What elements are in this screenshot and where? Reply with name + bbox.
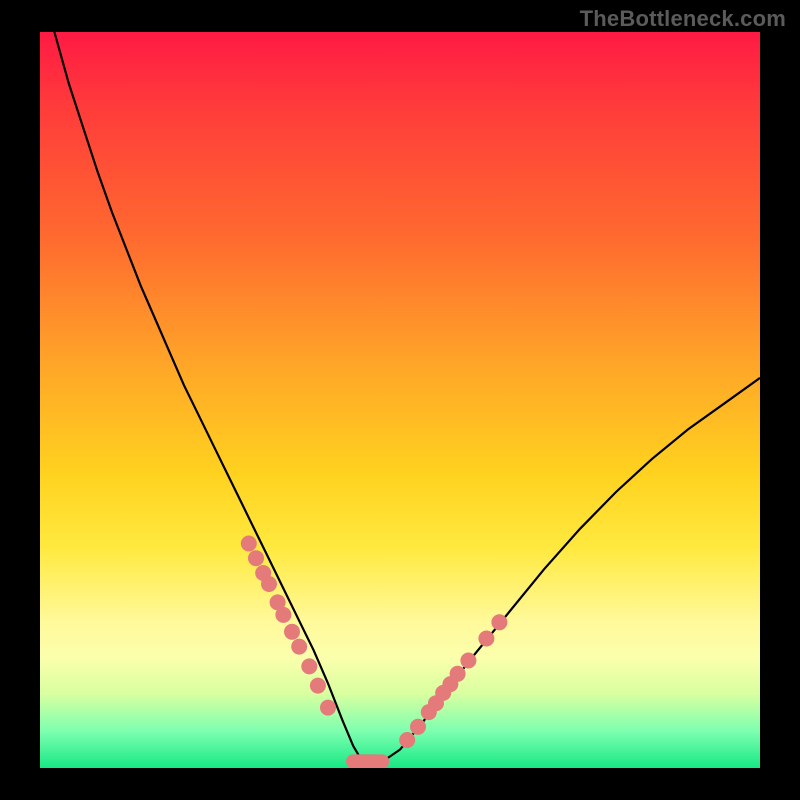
bottleneck-curve	[54, 32, 760, 764]
scatter-dot	[320, 700, 336, 716]
plot-area	[40, 32, 760, 768]
scatter-dot	[410, 719, 426, 735]
chart-svg	[40, 32, 760, 768]
scatter-dot	[275, 607, 291, 623]
scatter-dot	[450, 666, 466, 682]
scatter-dot	[460, 653, 476, 669]
scatter-points	[241, 536, 508, 749]
scatter-dot	[261, 576, 277, 592]
scatter-dot	[491, 614, 507, 630]
scatter-dot	[248, 550, 264, 566]
scatter-dot	[399, 732, 415, 748]
chart-frame: TheBottleneck.com	[0, 0, 800, 800]
scatter-dot	[310, 678, 326, 694]
scatter-dot	[284, 624, 300, 640]
scatter-dot	[478, 631, 494, 647]
scatter-dot	[301, 658, 317, 674]
scatter-dot	[291, 639, 307, 655]
valley-pill	[346, 754, 389, 768]
watermark-text: TheBottleneck.com	[580, 6, 786, 32]
scatter-dot	[241, 536, 257, 552]
